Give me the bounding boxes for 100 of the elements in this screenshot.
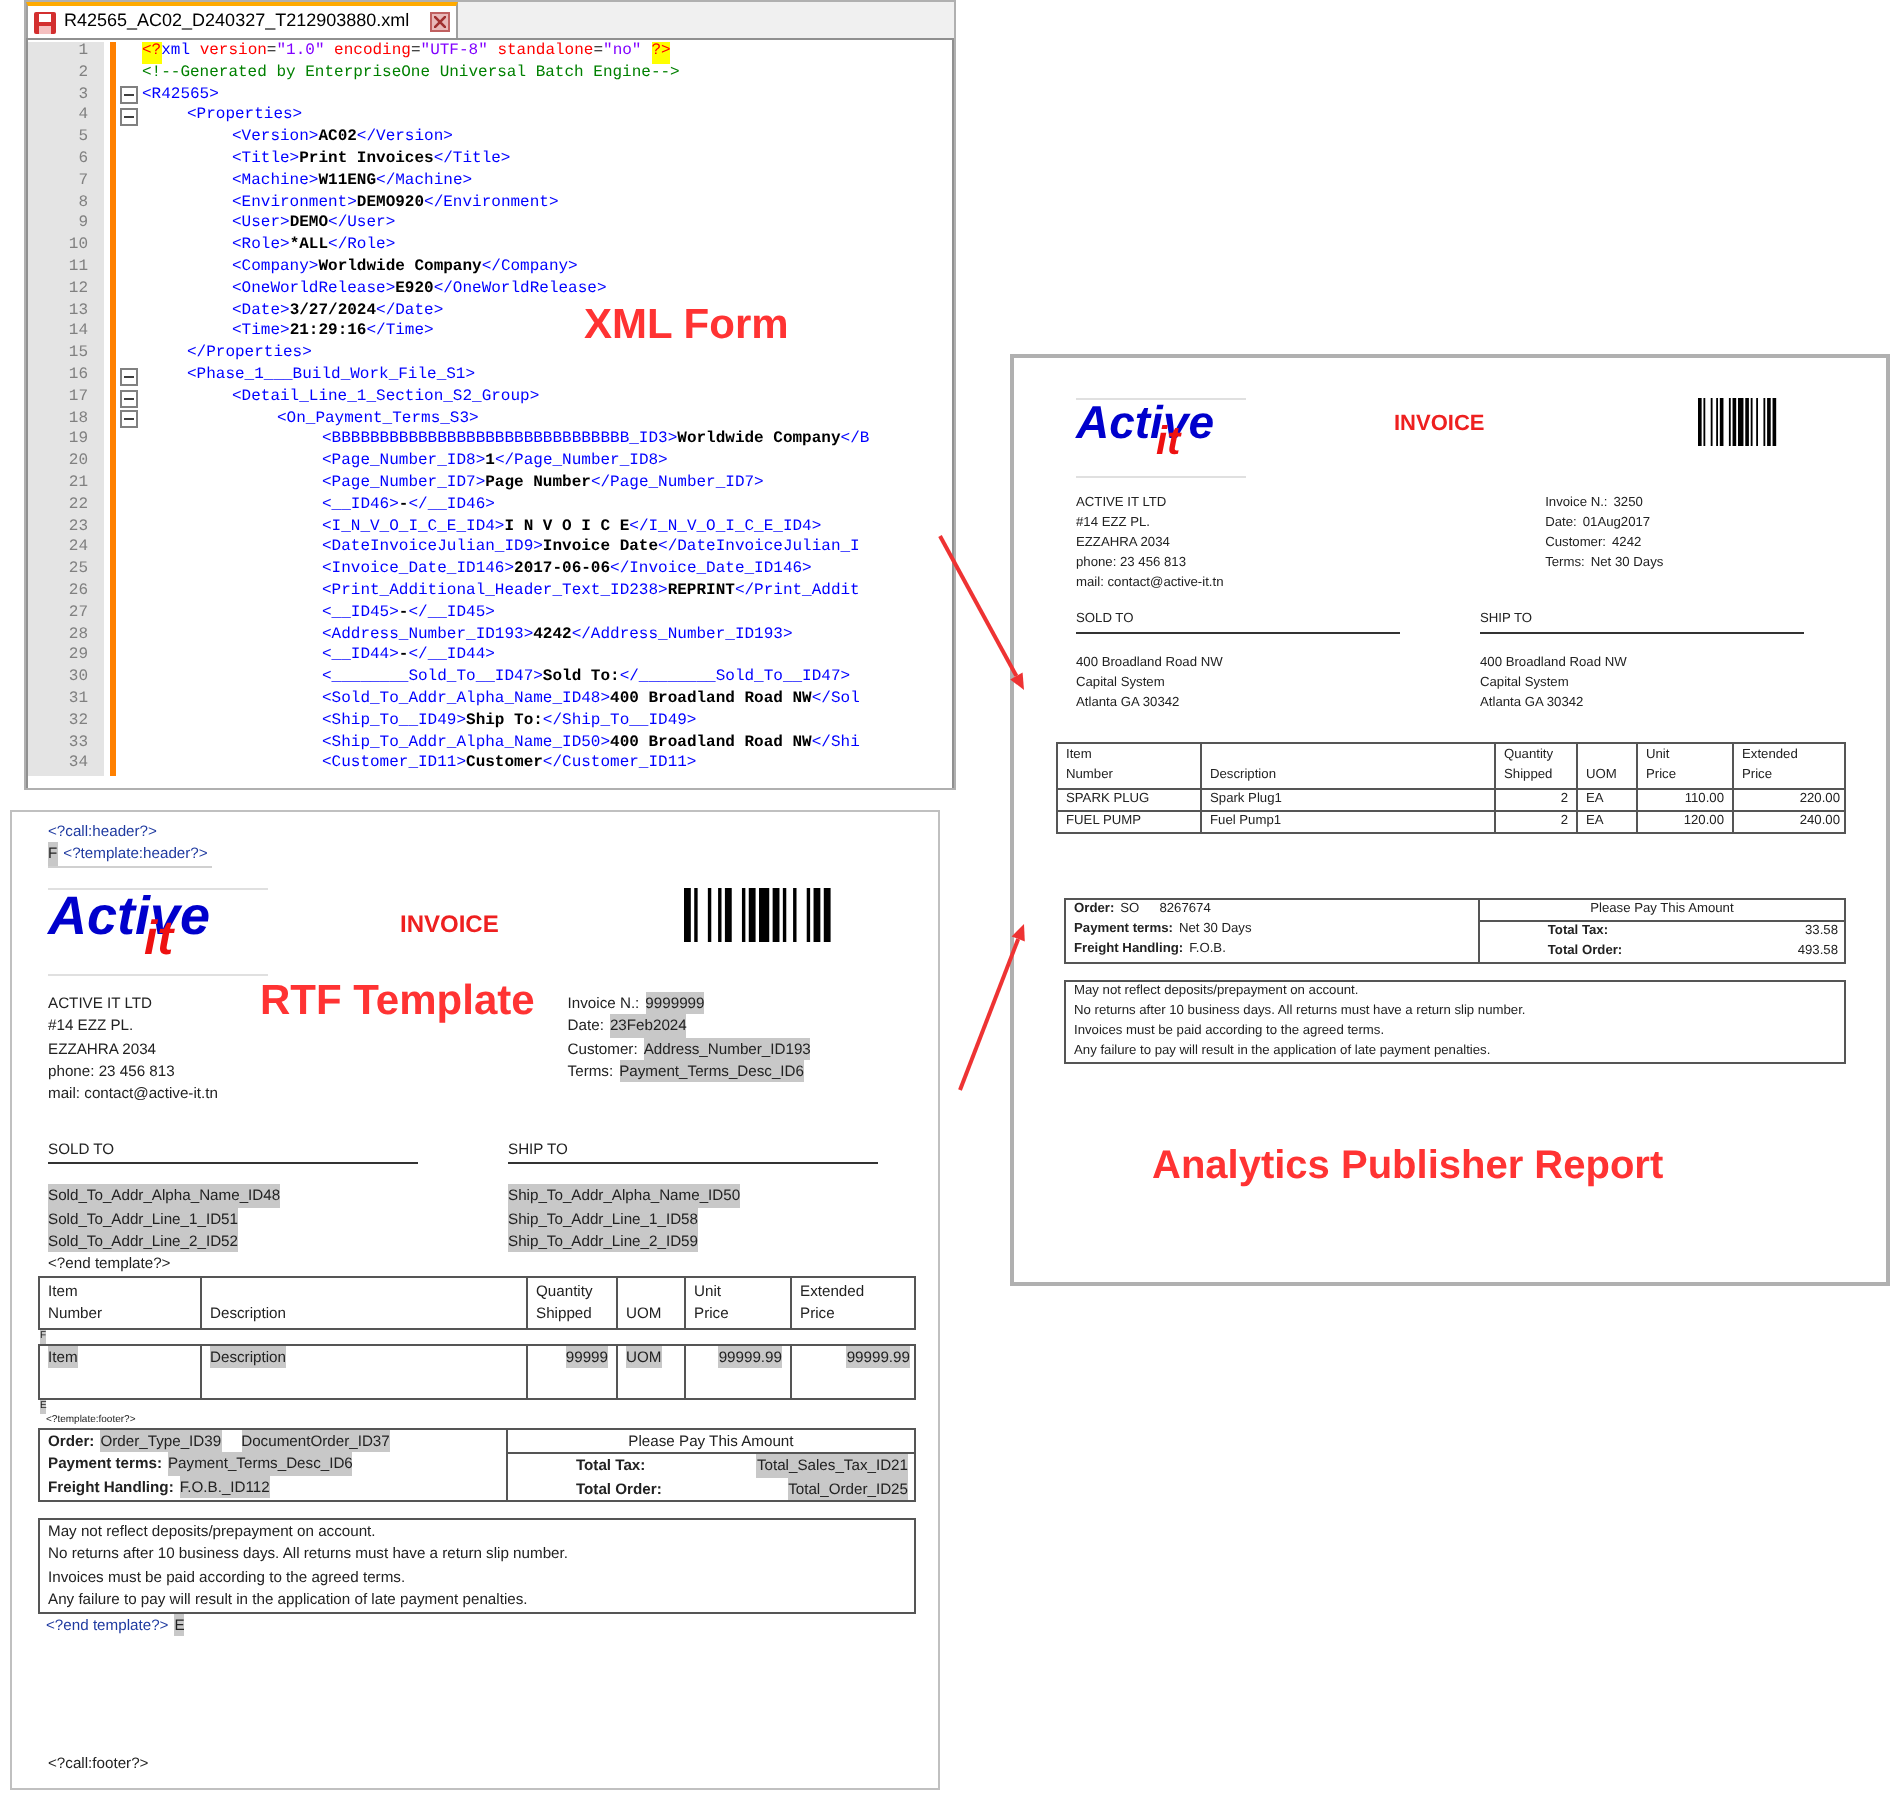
xml-value: - [398, 603, 409, 626]
xml-tag: <Detail_Line_1_Section_S2_Group> [232, 387, 540, 410]
xml-declaration-mark: ?> [651, 42, 671, 64]
barcode-icon [1698, 398, 1778, 446]
xml-value: 21:29:16 [289, 322, 367, 344]
xml-tag: </Invoice_Date_ID146> [610, 560, 812, 582]
xml-value: DEMO [289, 214, 329, 236]
xml-tag: <Invoice_Date_ID146> [322, 560, 515, 582]
line-number: 5 [28, 128, 104, 150]
xml-tag: <Ship_To_Addr_Alpha_Name_ID50> [322, 733, 611, 755]
xml-tag: <Sold_To_Addr_Alpha_Name_ID48> [322, 689, 611, 712]
xml-tag: </Version> [356, 128, 453, 150]
line-number: 17 [28, 387, 104, 410]
xml-comment: <!--Generated by EnterpriseOne Universal Batch Engine--> [142, 63, 680, 86]
invoice-heading: INVOICE [1394, 414, 1485, 436]
line-number: 7 [28, 171, 104, 194]
xml-value: W11ENG [318, 171, 377, 194]
line-number: 27 [28, 603, 104, 626]
line-number: 34 [28, 754, 104, 777]
xml-tag: </Sol [811, 689, 860, 712]
line-number: 24 [28, 538, 104, 561]
xml-tag: <Page_Number_ID8> [322, 452, 486, 474]
xml-value: Customer [466, 754, 543, 777]
xml-tag: </__ID45> [408, 603, 495, 626]
xml-value: Worldwide Company [318, 257, 482, 280]
file-icon [34, 11, 56, 33]
line-number: 32 [28, 711, 104, 733]
xml-attribute-equals: = [266, 42, 277, 60]
line-number: 10 [28, 236, 104, 258]
collapse-icon[interactable] [120, 367, 138, 386]
xml-value: Page Number [485, 473, 591, 496]
xml-tag: </Title> [433, 149, 511, 172]
close-button[interactable] [429, 12, 450, 32]
xml-tag: </__ID44> [408, 646, 495, 669]
line-number: 9 [28, 214, 104, 237]
xml-value: 3/27/2024 [289, 301, 377, 322]
xml-tag: <__ID44> [322, 646, 399, 669]
line-number: 1 [28, 42, 104, 64]
collapse-icon[interactable] [120, 86, 138, 105]
line-number: 14 [28, 322, 104, 345]
xml-tag: </I_N_V_O_I_C_E_ID4> [629, 517, 822, 539]
xml-value: AC02 [318, 128, 357, 150]
xml-tag: </DateInvoiceJulian_I [658, 538, 860, 561]
collapse-icon[interactable] [120, 410, 138, 429]
xml-value: Invoice Date [542, 538, 659, 560]
xml-tag: <Phase_1___Build_Work_File_S1> [187, 365, 476, 388]
xml-value: Print Invoices [299, 149, 434, 172]
xml-tag: </__ID46> [408, 495, 495, 518]
line-number: 16 [28, 365, 104, 388]
xml-attribute-equals: = [593, 42, 604, 60]
xml-tag: <Customer_ID11> [322, 754, 467, 777]
xml-value: - [398, 646, 409, 668]
xml-tag: <R42565> [142, 85, 219, 107]
line-number: 3 [28, 85, 104, 107]
xml-tag: <OneWorldRelease> [232, 279, 396, 302]
xml-value: 1 [485, 452, 495, 474]
xml-value: 2017-06-06 [514, 560, 611, 582]
invoice-heading: INVOICE [400, 911, 499, 936]
xml-attribute-equals: = [410, 42, 421, 60]
xml-tag: <Ship_To__ID49> [322, 711, 467, 733]
xml-tag: <Company> [232, 257, 319, 280]
xml-tag: <Page_Number_ID7> [322, 473, 486, 496]
xml-tag: <________Sold_To__ID47> [322, 668, 543, 690]
xml-tag: </Customer_ID11> [542, 754, 697, 777]
xml-tag: </Page_Number_ID8> [494, 452, 668, 474]
xml-tag: <BBBBBBBBBBBBBBBBBBBBBBBBBBBBBBB_ID3> [322, 430, 678, 453]
line-number: 23 [28, 517, 104, 539]
line-number: 26 [28, 581, 104, 604]
xml-tag: <Role> [232, 236, 290, 258]
line-number: 2 [28, 63, 104, 86]
collapse-icon[interactable] [120, 108, 138, 127]
xml-tag: </Role> [328, 236, 396, 258]
xml-tag: <Print_Additional_Header_Text_ID238> [322, 581, 668, 604]
xml-tag: <On_Payment_Terms_S3> [277, 409, 479, 431]
overlay-caption: XML Form [584, 304, 789, 346]
xml-tag: </Company> [481, 257, 578, 280]
xml-tag: </Address_Number_ID193> [571, 625, 793, 647]
xml-tag: <Date> [232, 301, 290, 323]
line-number: 4 [28, 106, 104, 129]
collapse-icon[interactable] [120, 389, 138, 408]
xml-tag: </B [840, 430, 870, 453]
line-number: 15 [28, 344, 104, 366]
xml-tag: <I_N_V_O_I_C_E_ID4> [322, 517, 505, 539]
xml-tag: <DateInvoiceJulian_ID9> [322, 538, 543, 561]
line-number: 22 [28, 495, 104, 518]
xml-value: *ALL [289, 236, 329, 258]
xml-tag: <__ID46> [322, 495, 399, 518]
xml-value: 400 Broadland Road NW [610, 689, 812, 712]
xml-tag: </Ship_To__ID49> [542, 711, 697, 733]
xml-tag: <Environment> [232, 193, 357, 215]
xml-value: 4242 [533, 625, 572, 647]
xml-value: I N V O I C E [504, 517, 630, 538]
xml-value: Sold To: [542, 668, 620, 690]
line-number: 8 [28, 193, 104, 215]
xml-tag: <Title> [232, 149, 300, 172]
xml-tag: <Properties> [187, 106, 303, 129]
xml-value: - [398, 495, 409, 518]
barcode-icon [684, 887, 834, 942]
file-tab[interactable]: R42565_AC02_D240327_T212903880.xml [26, 2, 458, 38]
line-number: 30 [28, 668, 104, 690]
